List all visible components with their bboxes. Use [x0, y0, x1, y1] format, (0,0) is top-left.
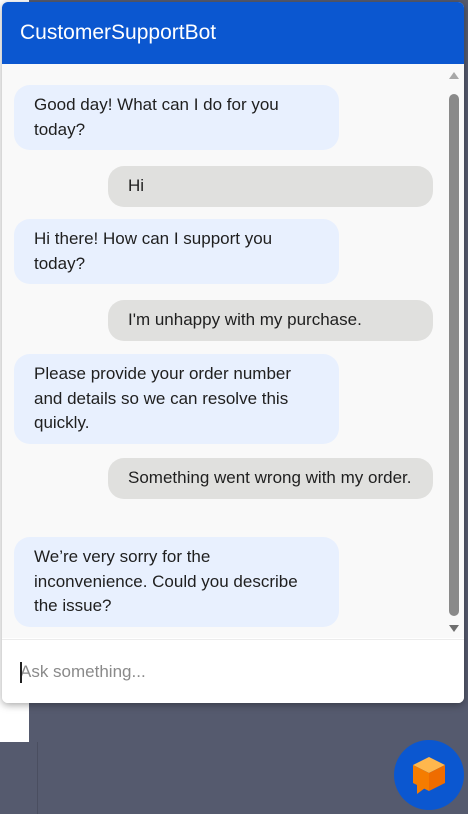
message-list[interactable]: Good day! What can I do for you today? H…	[2, 64, 464, 638]
scrollbar-thumb[interactable]	[449, 94, 459, 616]
user-message: Something went wrong with my order.	[108, 458, 433, 499]
chat-widget: CustomerSupportBot Good day! What can I …	[2, 2, 464, 703]
bot-message: We’re very sorry for the inconvenience. …	[14, 537, 339, 627]
message-scrollbar[interactable]	[447, 66, 461, 636]
bot-message: Please provide your order number and det…	[14, 354, 339, 444]
cube-chat-icon	[413, 757, 445, 794]
background-divider	[37, 742, 38, 814]
scroll-up-arrow-icon[interactable]	[449, 72, 459, 79]
bot-message: Hi there! How can I support you today?	[14, 219, 339, 284]
chat-input-area	[2, 639, 464, 703]
user-message: Hi	[108, 166, 433, 207]
text-caret	[20, 662, 22, 683]
chat-launcher-button[interactable]	[394, 740, 464, 810]
bot-message: Good day! What can I do for you today?	[14, 85, 339, 150]
chat-message-input[interactable]	[18, 652, 438, 692]
chat-header-title: CustomerSupportBot	[2, 2, 464, 64]
scroll-down-arrow-icon[interactable]	[449, 625, 459, 632]
user-message: I'm unhappy with my purchase.	[108, 300, 433, 341]
